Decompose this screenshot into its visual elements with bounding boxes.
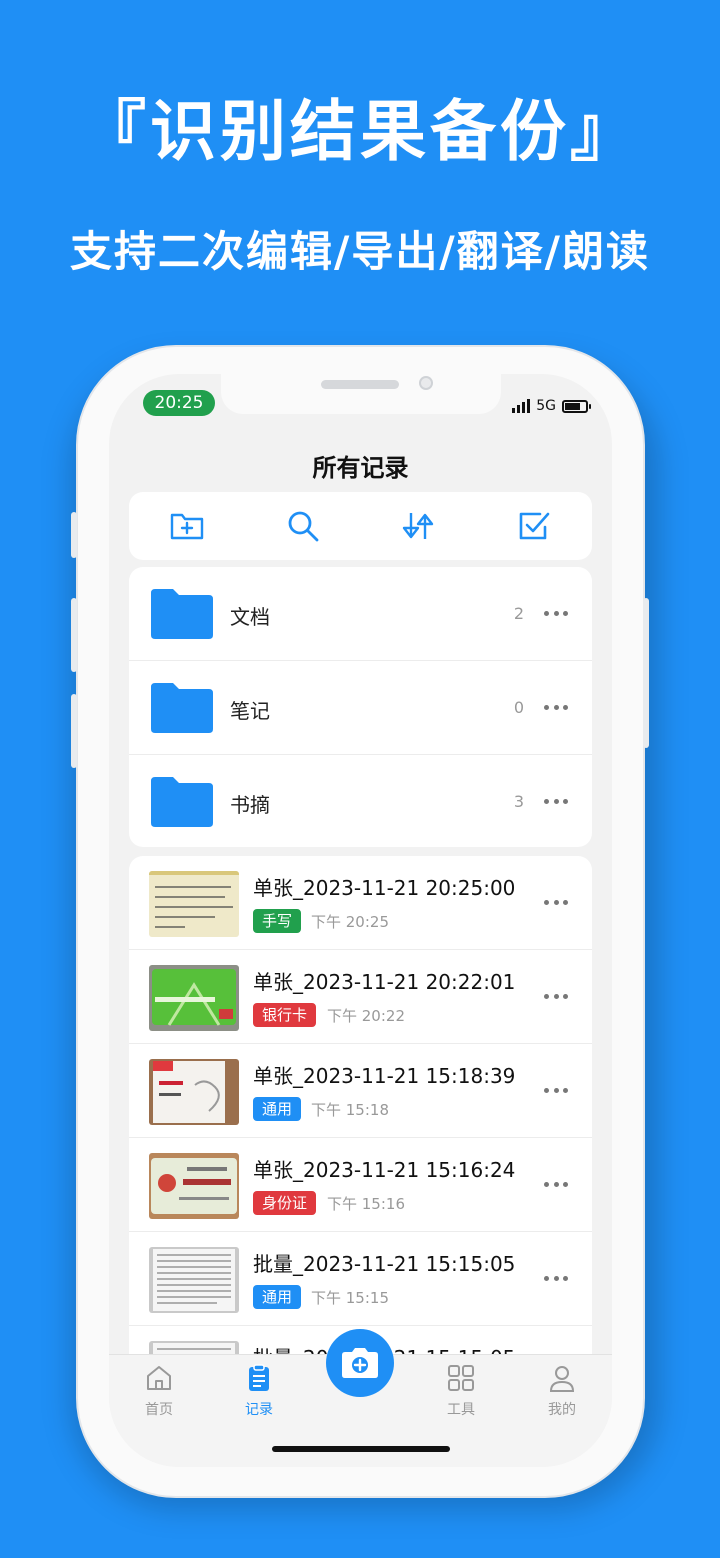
user-icon	[549, 1366, 575, 1392]
record-row[interactable]: 单张_2023-11-21 20:25:00 手写 下午 20:25	[129, 856, 592, 950]
folder-count: 2	[513, 604, 524, 623]
tab-records[interactable]: 记录	[219, 1363, 299, 1419]
tab-tools-label: 工具	[447, 1402, 475, 1418]
thumbnail-document	[149, 1247, 239, 1313]
speaker	[321, 380, 399, 389]
phone-side-button	[71, 598, 77, 672]
more-icon[interactable]	[544, 705, 568, 711]
record-time: 下午 15:16	[327, 1195, 405, 1213]
record-tag: 身份证	[253, 1191, 317, 1215]
record-time: 下午 20:22	[327, 1007, 405, 1025]
toolbar	[129, 492, 592, 560]
grid-icon	[448, 1365, 474, 1391]
record-list: 单张_2023-11-21 20:25:00 手写 下午 20:25 单张_20…	[129, 856, 592, 1376]
record-name: 单张_2023-11-21 15:18:39	[253, 1064, 516, 1088]
folder-row[interactable]: 文档 2	[129, 567, 592, 661]
sort-icon[interactable]	[398, 506, 438, 546]
record-row[interactable]: 单张_2023-11-21 20:22:01 银行卡 下午 20:22	[129, 950, 592, 1044]
folder-name: 文档	[230, 605, 270, 629]
more-icon[interactable]	[544, 1276, 568, 1282]
phone-screen: 20:25 5G 所有记录 文档 2 笔记 0 书摘 3 单张_2023-11-…	[109, 374, 612, 1467]
phone-side-button	[643, 598, 649, 748]
network-label: 5G	[536, 398, 556, 414]
record-time: 下午 15:18	[311, 1101, 389, 1119]
folder-icon	[149, 775, 215, 833]
folder-count: 0	[513, 698, 524, 717]
record-row[interactable]: 单张_2023-11-21 15:18:39 通用 下午 15:18	[129, 1044, 592, 1138]
add-folder-icon[interactable]	[167, 506, 207, 546]
record-row[interactable]: 批量_2023-11-21 15:15:05 通用 下午 15:15	[129, 1232, 592, 1326]
folder-count: 3	[513, 792, 524, 811]
thumbnail-idcard	[149, 1153, 239, 1219]
select-icon[interactable]	[514, 506, 554, 546]
folder-name: 书摘	[230, 793, 270, 817]
record-name: 批量_2023-11-21 15:15:05	[253, 1252, 516, 1276]
record-name: 单张_2023-11-21 20:25:00	[253, 876, 516, 900]
tab-home[interactable]: 首页	[119, 1363, 199, 1419]
record-time: 下午 20:25	[311, 913, 389, 931]
phone-side-button	[71, 512, 77, 558]
more-icon[interactable]	[544, 900, 568, 906]
status-indicators: 5G	[512, 396, 591, 416]
record-tag: 银行卡	[253, 1003, 317, 1027]
thumbnail-handwriting	[149, 871, 239, 937]
folder-icon	[149, 587, 215, 645]
signal-icon	[512, 399, 531, 413]
folder-row[interactable]: 书摘 3	[129, 755, 592, 849]
thumbnail-bankcard	[149, 965, 239, 1031]
folder-name: 笔记	[230, 699, 270, 723]
record-time: 下午 15:15	[311, 1289, 389, 1307]
status-time: 20:25	[143, 390, 215, 416]
records-icon	[249, 1364, 269, 1391]
thumbnail-paperclips	[149, 1059, 239, 1125]
tab-mine-label: 我的	[548, 1402, 576, 1418]
folder-row[interactable]: 笔记 0	[129, 661, 592, 755]
tab-records-label: 记录	[245, 1402, 273, 1418]
record-name: 单张_2023-11-21 20:22:01	[253, 970, 516, 994]
phone-side-button	[71, 694, 77, 768]
record-tag: 手写	[253, 909, 302, 933]
folder-list: 文档 2 笔记 0 书摘 3	[129, 567, 592, 847]
camera-icon	[342, 1348, 378, 1378]
home-icon	[147, 1366, 171, 1390]
record-row[interactable]: 单张_2023-11-21 15:16:24 身份证 下午 15:16	[129, 1138, 592, 1232]
more-icon[interactable]	[544, 994, 568, 1000]
camera-button[interactable]	[326, 1329, 394, 1397]
record-tag: 通用	[253, 1097, 302, 1121]
front-camera	[419, 376, 433, 390]
promo-headline: 『识别结果备份』	[80, 93, 640, 170]
tab-home-label: 首页	[145, 1402, 173, 1418]
home-indicator	[272, 1446, 450, 1452]
page-title: 所有记录	[312, 454, 409, 482]
tab-mine[interactable]: 我的	[522, 1363, 602, 1419]
record-tag: 通用	[253, 1285, 302, 1309]
record-name: 单张_2023-11-21 15:16:24	[253, 1158, 516, 1182]
tab-tools[interactable]: 工具	[421, 1363, 501, 1419]
promo-subline: 支持二次编辑/导出/翻译/朗读	[69, 227, 651, 276]
more-icon[interactable]	[544, 1088, 568, 1094]
folder-icon	[149, 681, 215, 739]
more-icon[interactable]	[544, 799, 568, 805]
search-icon[interactable]	[283, 506, 323, 546]
more-icon[interactable]	[544, 1182, 568, 1188]
more-icon[interactable]	[544, 611, 568, 617]
notch	[221, 374, 501, 414]
battery-icon	[562, 399, 591, 413]
